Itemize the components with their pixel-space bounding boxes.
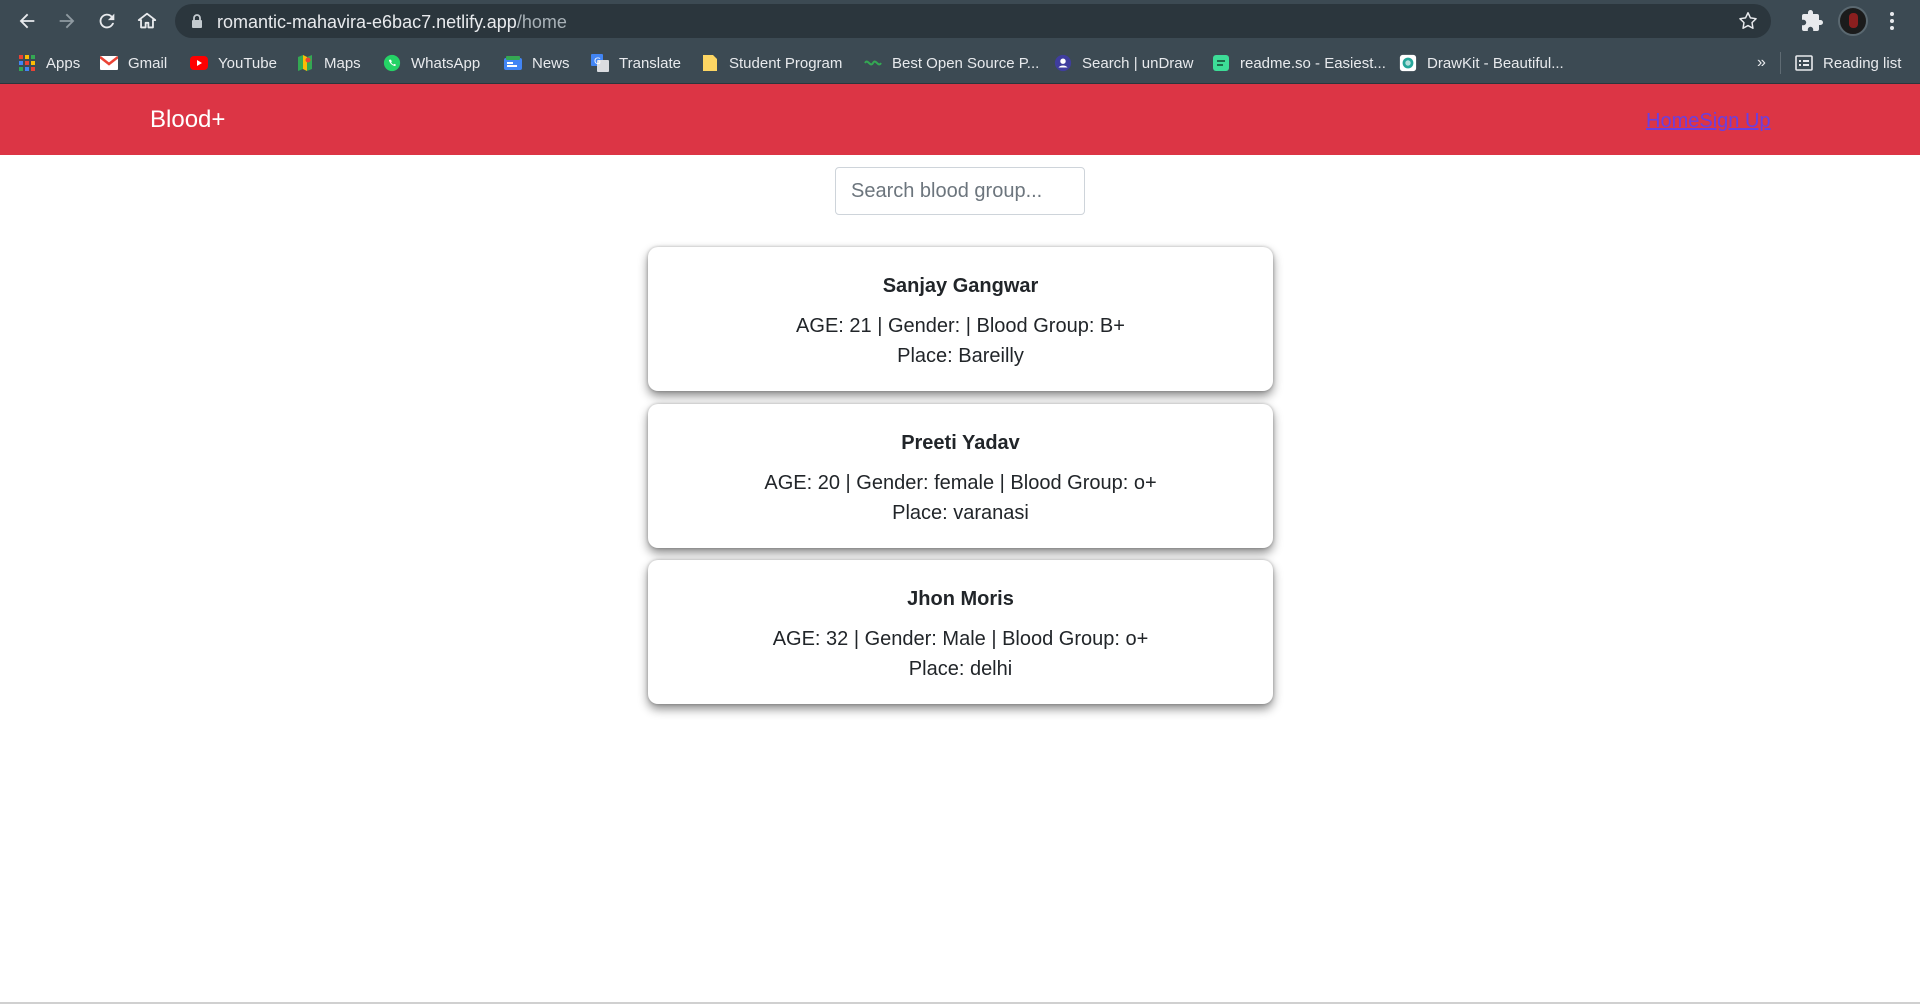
maps-icon [296,54,314,72]
bookmark-label: WhatsApp [411,54,481,72]
bookmark-label: YouTube [218,54,277,72]
news-icon [504,54,522,72]
lock-icon [192,14,202,28]
undraw-icon [1054,54,1072,72]
bookmark-maps[interactable]: Maps [296,51,361,75]
bookmark-gmail[interactable]: Gmail [100,51,167,75]
bookmarks-bar: Apps Gmail YouTube Maps WhatsApp News G … [0,42,1920,84]
opensource-icon [864,54,882,72]
bookmark-readme-so[interactable]: readme.so - Easiest... [1212,51,1386,75]
back-arrow-icon[interactable] [12,6,42,36]
bookmark-label: Best Open Source P... [892,54,1040,72]
bookmark-apps[interactable]: Apps [18,51,80,75]
url-text: romantic-mahavira-e6bac7.netlify.app/hom… [217,12,567,33]
bookmark-label: Translate [619,54,681,72]
bookmark-label: Search | unDraw [1082,54,1194,72]
donor-place: Place: Bareilly [897,345,1024,367]
whatsapp-icon [383,54,401,72]
reload-icon[interactable] [92,6,122,36]
bookmark-label: DrawKit - Beautiful... [1427,54,1564,72]
bookmark-undraw[interactable]: Search | unDraw [1054,51,1193,75]
bookmark-label: Apps [46,54,81,72]
donor-place: Place: delhi [908,658,1013,680]
bookmark-student-program[interactable]: Student Program [701,51,842,75]
bookmark-label: Student Program [729,54,843,72]
bookmark-label: readme.so - Easiest... [1240,54,1386,72]
readme-icon [1212,54,1230,72]
profile-avatar[interactable] [1838,6,1868,36]
bookmark-whatsapp[interactable]: WhatsApp [383,51,480,75]
reading-list-button[interactable]: Reading list [1795,51,1901,75]
svg-text:G: G [594,57,601,67]
nav-link-sign-up[interactable]: Sign Up [1699,110,1770,132]
donor-place: Place: varanasi [892,502,1029,524]
donor-card: Jhon Moris AGE: 32 | Gender: Male | Bloo… [648,560,1273,704]
forward-arrow-icon[interactable] [52,6,82,36]
bookmark-label: Maps [324,54,361,72]
reading-list-icon [1795,54,1813,72]
bookmark-youtube[interactable]: YouTube [190,51,277,75]
donor-card: Sanjay Gangwar AGE: 21 | Gender: | Blood… [648,247,1273,391]
donor-card: Preeti Yadav AGE: 20 | Gender: female | … [648,404,1273,548]
nav-links: HomeSign Up [1646,110,1771,133]
bookmarks-overflow-button[interactable]: » [1757,51,1766,75]
youtube-icon [190,54,208,72]
nav-link-home[interactable]: Home [1646,110,1699,132]
gmail-icon [100,54,118,72]
bookmark-star-icon[interactable] [1737,10,1759,32]
bookmark-label: Gmail [128,54,168,72]
extensions-puzzle-icon[interactable] [1800,9,1824,33]
donor-name: Preeti Yadav [901,432,1020,454]
more-menu-icon[interactable] [1882,9,1902,33]
donor-details: AGE: 20 | Gender: female | Blood Group: … [764,472,1157,494]
address-bar[interactable]: romantic-mahavira-e6bac7.netlify.app/hom… [175,4,1771,38]
donor-name: Sanjay Gangwar [882,275,1039,297]
url-path: /home [516,12,567,32]
bookmark-translate[interactable]: G Translate [591,51,681,75]
site-navbar: Blood+ HomeSign Up [0,84,1920,155]
donor-name: Jhon Moris [907,588,1014,610]
reading-list-label: Reading list [1823,54,1902,72]
folder-icon [701,54,719,72]
bookmark-news[interactable]: News [504,51,570,75]
bookmark-label: News [532,54,570,72]
brand-logo-text[interactable]: Blood+ [150,106,225,134]
url-host: romantic-mahavira-e6bac7.netlify.app [217,12,517,32]
drawkit-icon [1399,54,1417,72]
translate-icon: G [591,54,609,72]
donor-details: AGE: 32 | Gender: Male | Blood Group: o+ [772,628,1149,650]
bookmarks-divider [1780,52,1781,74]
bookmark-drawkit[interactable]: DrawKit - Beautiful... [1399,51,1564,75]
apps-grid-icon [18,54,36,72]
browser-toolbar: romantic-mahavira-e6bac7.netlify.app/hom… [0,0,1920,42]
donor-details: AGE: 21 | Gender: | Blood Group: B+ [796,315,1125,337]
home-icon[interactable] [132,6,162,36]
bookmark-best-open-source[interactable]: Best Open Source P... [864,51,1039,75]
blood-group-search-input[interactable] [835,167,1085,215]
